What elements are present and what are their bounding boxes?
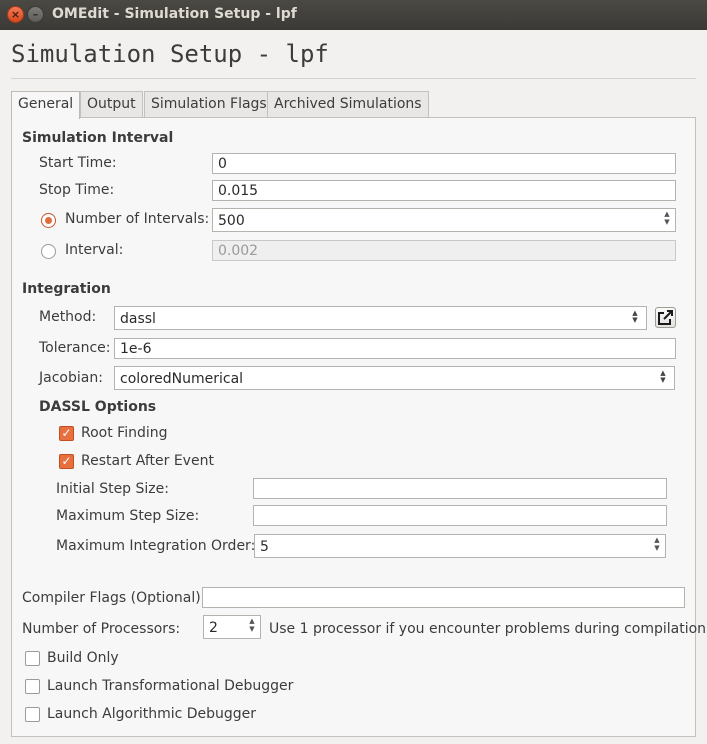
chevron-down-icon[interactable]: ▼ [651, 544, 663, 552]
transformational-debugger-checkbox[interactable] [25, 679, 40, 694]
tab-simulation-flags[interactable]: Simulation Flags [144, 91, 274, 118]
interval-label: Interval: [65, 242, 124, 258]
divider [11, 78, 696, 79]
title-bar: × – OMEdit - Simulation Setup - lpf [0, 0, 707, 30]
external-link-icon [658, 310, 673, 325]
close-icon[interactable]: × [7, 6, 24, 23]
max-integration-order-spinbox[interactable]: 5 ▲ ▼ [254, 534, 666, 558]
minimize-icon[interactable]: – [27, 6, 44, 23]
restart-after-event-checkbox[interactable]: ✓ [59, 454, 74, 469]
number-of-processors-label: Number of Processors: [22, 621, 181, 637]
number-of-intervals-value: 500 [218, 213, 245, 229]
root-finding-checkbox[interactable]: ✓ [59, 426, 74, 441]
max-step-size-label: Maximum Step Size: [56, 508, 200, 524]
chevron-up-icon[interactable]: ▲ [246, 617, 258, 625]
simulation-interval-heading: Simulation Interval [22, 130, 174, 146]
compiler-flags-field[interactable] [202, 587, 685, 608]
tab-output[interactable]: Output [80, 91, 143, 118]
build-only-label: Build Only [47, 650, 119, 666]
initial-step-size-label: Initial Step Size: [56, 481, 169, 497]
spin-arrows[interactable]: ▲ ▼ [246, 617, 258, 637]
window-title: OMEdit - Simulation Setup - lpf [52, 6, 297, 22]
start-time-field[interactable]: 0 [212, 153, 676, 174]
number-of-intervals-radio[interactable] [41, 213, 56, 228]
stop-time-field[interactable]: 0.015 [212, 180, 676, 201]
jacobian-dropdown[interactable]: coloredNumerical ▲ ▼ [114, 366, 675, 390]
method-info-button[interactable] [655, 307, 676, 328]
tolerance-label: Tolerance: [39, 340, 111, 356]
max-integration-order-label: Maximum Integration Order: [56, 538, 256, 554]
max-step-size-field[interactable] [253, 505, 667, 526]
spin-arrows[interactable]: ▲ ▼ [661, 210, 673, 230]
processors-hint: Use 1 processor if you encounter problem… [269, 621, 707, 637]
transformational-debugger-label: Launch Transformational Debugger [47, 678, 294, 694]
tab-general[interactable]: General [11, 91, 81, 119]
page-title: Simulation Setup - lpf [11, 40, 329, 68]
number-of-intervals-spinbox[interactable]: 500 ▲ ▼ [212, 208, 676, 232]
method-dropdown[interactable]: dassl ▲ ▼ [114, 306, 647, 330]
build-only-checkbox[interactable] [25, 651, 40, 666]
combo-arrows-icon: ▲ ▼ [630, 310, 640, 326]
chevron-down-icon: ▼ [660, 376, 666, 384]
number-of-processors-value: 2 [209, 620, 218, 636]
spin-arrows[interactable]: ▲ ▼ [651, 536, 663, 556]
interval-radio[interactable] [41, 244, 56, 259]
jacobian-label: Jacobian: [39, 370, 103, 386]
algorithmic-debugger-checkbox[interactable] [25, 707, 40, 722]
root-finding-label: Root Finding [81, 425, 168, 441]
number-of-intervals-label: Number of Intervals: [65, 211, 210, 227]
start-time-label: Start Time: [39, 155, 117, 171]
stop-time-label: Stop Time: [39, 182, 115, 198]
chevron-down-icon[interactable]: ▼ [661, 218, 673, 226]
combo-arrows-icon: ▲ ▼ [658, 370, 668, 386]
interval-field: 0.002 [212, 240, 676, 261]
jacobian-value: coloredNumerical [120, 371, 244, 387]
initial-step-size-field[interactable] [253, 478, 667, 499]
max-integration-order-value: 5 [260, 539, 269, 555]
chevron-up-icon[interactable]: ▲ [651, 536, 663, 544]
integration-heading: Integration [22, 281, 111, 297]
method-label: Method: [39, 309, 97, 325]
restart-after-event-label: Restart After Event [81, 453, 214, 469]
compiler-flags-label: Compiler Flags (Optional): [22, 590, 206, 606]
algorithmic-debugger-label: Launch Algorithmic Debugger [47, 706, 257, 722]
chevron-up-icon[interactable]: ▲ [661, 210, 673, 218]
dassl-options-heading: DASSL Options [39, 399, 157, 415]
chevron-down-icon[interactable]: ▼ [246, 625, 258, 633]
chevron-down-icon: ▼ [632, 316, 638, 324]
number-of-processors-spinbox[interactable]: 2 ▲ ▼ [203, 615, 261, 639]
method-value: dassl [120, 311, 156, 327]
tab-archived-simulations[interactable]: Archived Simulations [267, 91, 429, 118]
tolerance-field[interactable]: 1e-6 [114, 338, 676, 359]
